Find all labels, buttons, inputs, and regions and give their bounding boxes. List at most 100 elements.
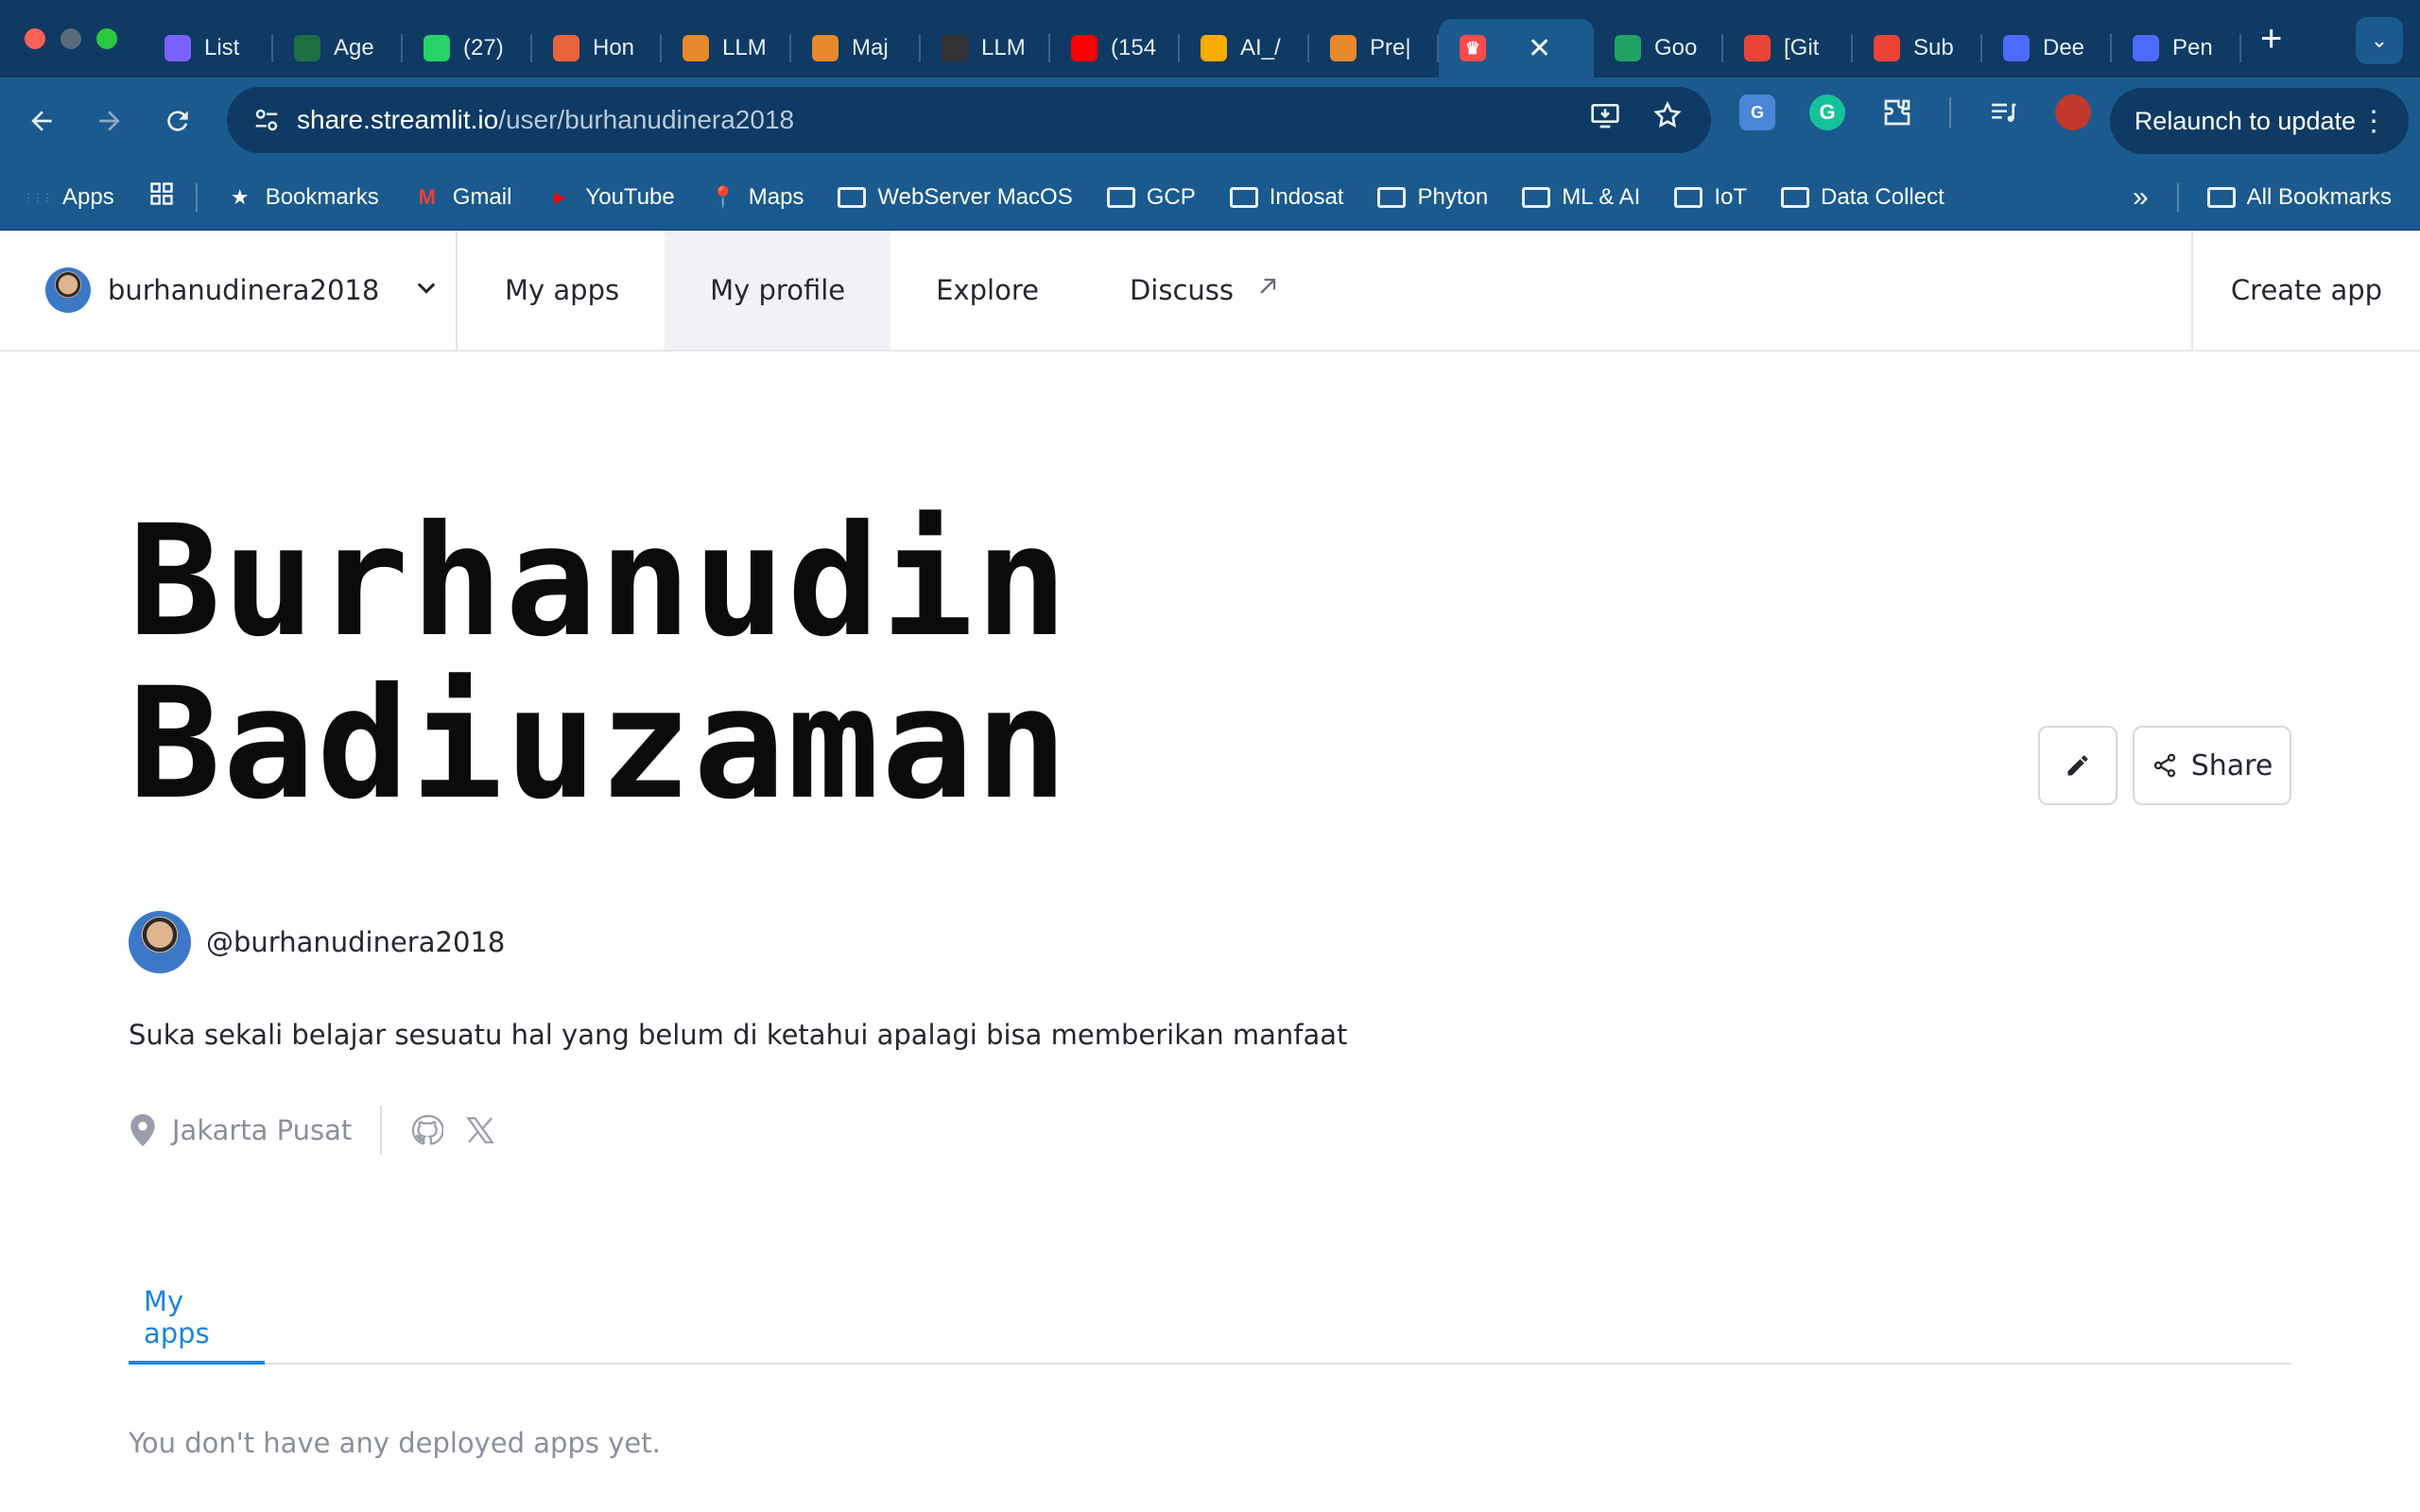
folder-icon	[838, 183, 867, 212]
edit-profile-button[interactable]	[2038, 726, 2118, 805]
share-label: Share	[2190, 748, 2273, 782]
create-app-button[interactable]: Create app	[2191, 231, 2420, 350]
browser-tab[interactable]: List	[144, 19, 273, 77]
nav-my-profile[interactable]: My profile	[665, 231, 891, 350]
browser-tab[interactable]: AI_/	[1180, 19, 1309, 77]
deepseek-icon	[2133, 35, 2159, 61]
profile-location: Jakarta Pusat	[172, 1114, 353, 1146]
rocket-icon	[942, 35, 968, 61]
browser-tab[interactable]: Maj	[791, 19, 921, 77]
bookmark-item[interactable]: Indosat	[1229, 183, 1343, 212]
reload-button[interactable]	[144, 87, 212, 155]
youtube-icon	[1071, 35, 1098, 61]
browser-tab-title: LLM	[722, 35, 767, 60]
bookmark-item[interactable]: M Gmail	[413, 183, 512, 212]
gmail-icon: M	[418, 184, 436, 209]
nav-my-profile-label: My profile	[710, 274, 846, 306]
tab-my-apps[interactable]: My apps	[129, 1274, 265, 1365]
browser-tab-title: Maj	[852, 35, 889, 60]
browser-tab[interactable]: Age	[273, 19, 403, 77]
gmail-icon	[1874, 35, 1900, 61]
star-icon: ★	[230, 184, 250, 209]
nav-discuss[interactable]: Discuss	[1084, 231, 1326, 350]
browser-tab[interactable]: LLM	[662, 19, 791, 77]
nav-explore[interactable]: Explore	[890, 231, 1084, 350]
new-tab-button[interactable]: +	[2260, 18, 2282, 60]
bookmark-item[interactable]: ⋮⋮⋮ Apps	[23, 183, 114, 212]
close-tab-icon[interactable]: ✕	[1528, 32, 1551, 65]
minimize-window-button[interactable]	[60, 28, 81, 49]
browser-tab-title: [Git	[1784, 35, 1820, 60]
bookmark-label: Maps	[748, 183, 804, 210]
kebab-menu-icon[interactable]: ⋮	[2360, 105, 2388, 138]
browser-tab[interactable]: Dee	[1982, 19, 2112, 77]
profile-handle: @burhanudinera2018	[206, 926, 506, 958]
bookmarks-divider	[195, 182, 198, 212]
browser-tab[interactable]: Sub	[1853, 19, 1982, 77]
relaunch-button[interactable]: Relaunch to update ⋮	[2109, 88, 2409, 154]
profile-first-name: Burhanudin	[129, 493, 1070, 671]
gmail-icon	[1744, 35, 1771, 61]
install-app-icon[interactable]	[1590, 100, 1620, 138]
site-info-icon[interactable]	[250, 103, 284, 137]
close-window-button[interactable]	[25, 28, 45, 49]
folder-icon	[1522, 183, 1551, 212]
github-icon[interactable]	[408, 1111, 446, 1149]
forward-button[interactable]	[76, 87, 144, 155]
browser-tab-title: AI_/	[1240, 35, 1281, 60]
grammarly-icon[interactable]: G	[1809, 94, 1845, 130]
bookmarks-overflow-chevron-icon[interactable]: »	[2133, 181, 2149, 214]
relaunch-label: Relaunch to update	[2134, 106, 2356, 135]
browser-tab[interactable]: Hon	[532, 19, 662, 77]
bookmark-item[interactable]: IoT	[1674, 183, 1747, 212]
all-bookmarks-button[interactable]: All Bookmarks	[2206, 183, 2392, 212]
folder-icon	[2206, 183, 2236, 212]
browser-tab[interactable]: Pen	[2112, 19, 2241, 77]
address-bar[interactable]: share.streamlit.io/user/burhanudinera201…	[227, 87, 1711, 153]
bookmark-item[interactable]: 📍 Maps	[709, 183, 804, 212]
browser-tab-title: Sub	[1913, 35, 1954, 60]
browser-tab[interactable]: LLM	[921, 19, 1050, 77]
bookmark-star-icon[interactable]	[1652, 100, 1683, 138]
bookmark-item[interactable]: ★ Bookmarks	[226, 183, 379, 212]
bookmark-item[interactable]: Data Collect	[1781, 183, 1945, 212]
share-button[interactable]: Share	[2133, 726, 2291, 805]
folder-icon	[1106, 183, 1135, 212]
tab-groups-icon[interactable]	[148, 180, 175, 214]
nav-my-apps[interactable]: My apps	[459, 231, 665, 350]
bookmark-item[interactable]: ▶ YouTube	[545, 183, 674, 212]
bookmark-item[interactable]: ML & AI	[1522, 183, 1640, 212]
back-button[interactable]	[8, 87, 76, 155]
bookmark-item[interactable]: Phyton	[1377, 183, 1488, 212]
url-text: share.streamlit.io/user/burhanudinera201…	[297, 105, 794, 135]
bookmark-item[interactable]: GCP	[1106, 183, 1196, 212]
empty-apps-message: You don't have any deployed apps yet.	[129, 1427, 661, 1459]
browser-tab-title: Pre|	[1370, 35, 1411, 60]
folder-icon	[1229, 183, 1258, 212]
bookmarks-divider	[2176, 183, 2179, 212]
user-menu-button[interactable]: burhanudinera2018	[0, 231, 458, 350]
profile-avatar-icon[interactable]	[2055, 94, 2091, 130]
browser-tab[interactable]: (27)	[403, 19, 532, 77]
browser-tab-title: Age	[334, 35, 374, 60]
bookmark-label: Phyton	[1417, 183, 1489, 210]
username-label: burhanudinera2018	[108, 274, 380, 306]
forward-arrow-icon	[99, 111, 120, 131]
x-twitter-icon[interactable]	[461, 1111, 499, 1149]
nav-my-apps-label: My apps	[505, 274, 620, 306]
maps-icon: 📍	[710, 184, 736, 209]
media-control-icon[interactable]	[1985, 94, 2021, 130]
all-bookmarks-label: All Bookmarks	[2246, 184, 2392, 210]
tab-search-button[interactable]: ⌄	[2356, 17, 2403, 64]
browser-tab[interactable]: Goo	[1594, 19, 1723, 77]
zoom-window-button[interactable]	[96, 28, 117, 49]
browser-tab[interactable]: [Git	[1723, 19, 1853, 77]
browser-tab[interactable]: Pre|	[1309, 19, 1439, 77]
browser-tab-active[interactable]: ♛ ✕	[1439, 19, 1594, 77]
google-translate-icon[interactable]: G	[1739, 94, 1775, 130]
browser-tab[interactable]: (154	[1050, 19, 1180, 77]
bookmark-item[interactable]: WebServer MacOS	[838, 183, 1073, 212]
extensions-puzzle-icon[interactable]	[1879, 94, 1915, 130]
profile-meta-row: Jakarta Pusat	[129, 1104, 514, 1157]
page-title: Burhanudin Badiuzaman	[129, 501, 1263, 826]
